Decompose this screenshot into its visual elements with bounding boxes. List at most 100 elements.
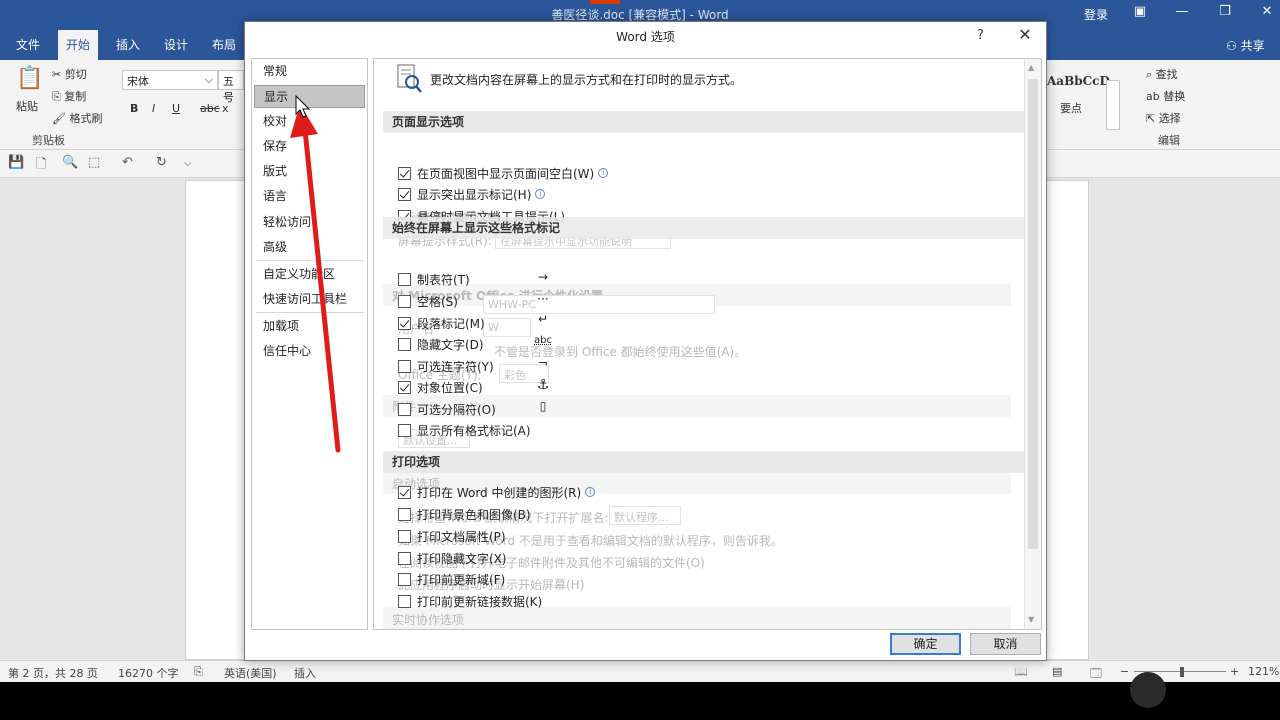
checkbox[interactable] <box>398 316 411 330</box>
close-dialog-button[interactable]: ✕ <box>1016 25 1034 44</box>
paste-icon[interactable]: 📋 <box>16 66 43 91</box>
option-update-links[interactable]: 打印前更新链接数据(K) <box>398 592 542 610</box>
nav-proofing[interactable]: 校对 <box>254 110 365 133</box>
checkbox[interactable] <box>398 485 411 499</box>
scroll-up-icon[interactable]: ▲ <box>1028 63 1034 72</box>
content-scrollbar[interactable]: ▲ ▼ <box>1024 59 1041 629</box>
option-show-highlight[interactable]: 显示突出显示标记(H) i <box>398 185 546 203</box>
restore-icon[interactable]: ❐ <box>1213 4 1237 24</box>
new-document-icon[interactable]: 🗋 <box>36 155 46 177</box>
undo-icon[interactable]: ↶ <box>122 155 133 170</box>
tab-file[interactable]: 文件 <box>8 30 48 60</box>
option-show-whitespace[interactable]: 在页面视图中显示页面间空白(W) i <box>398 164 609 182</box>
paste-button[interactable]: 粘贴 <box>16 98 38 114</box>
option-show-all-marks[interactable]: 显示所有格式标记(A) <box>398 421 531 439</box>
option-paragraph-marks[interactable]: 段落标记(M) <box>398 314 485 332</box>
nav-trust-center[interactable]: 信任中心 <box>254 340 365 363</box>
read-mode-icon[interactable]: 📖 <box>1014 665 1028 678</box>
scrollbar-thumb[interactable] <box>1028 79 1038 549</box>
checkbox[interactable] <box>398 529 411 543</box>
help-button[interactable]: ? <box>977 28 984 43</box>
checkbox[interactable] <box>398 272 411 286</box>
touch-mode-icon[interactable]: ⬚ <box>88 155 100 170</box>
language-indicator[interactable]: 英语(美国) <box>224 665 277 681</box>
ghost-always-use: 不管是否登录到 Office 都始终使用这些值(A)。 <box>494 345 747 359</box>
checkbox[interactable] <box>398 423 411 437</box>
option-optional-breaks[interactable]: 可选分隔符(O) <box>398 400 496 418</box>
nav-accessibility[interactable]: 轻松访问 <box>254 211 365 234</box>
nav-quick-access-toolbar[interactable]: 快速访问工具栏 <box>254 288 365 311</box>
format-painter-button[interactable]: 🖌 格式刷 <box>52 110 102 126</box>
tab-layout[interactable]: 布局 <box>204 30 244 60</box>
cut-button[interactable]: ✂ 剪切 <box>52 66 87 82</box>
nav-typography[interactable]: 版式 <box>254 160 365 183</box>
nav-addins[interactable]: 加载项 <box>254 315 365 338</box>
checkbox[interactable] <box>398 166 411 180</box>
save-icon[interactable]: 💾 <box>8 155 24 170</box>
zoom-level[interactable]: 121% <box>1248 665 1279 678</box>
ok-button[interactable]: 确定 <box>890 633 961 655</box>
bold-button[interactable]: B <box>130 102 138 115</box>
nav-customize-ribbon[interactable]: 自定义功能区 <box>254 263 365 286</box>
copy-button[interactable]: ⎘ 复制 <box>52 88 86 104</box>
proofing-icon[interactable]: ⎘ <box>194 665 203 679</box>
subscript-button[interactable]: x <box>222 102 229 115</box>
nav-general[interactable]: 常规 <box>254 60 365 83</box>
strikethrough-button[interactable]: abc <box>200 102 220 115</box>
italic-button[interactable]: I <box>152 102 155 115</box>
page-count[interactable]: 第 2 页，共 28 页 <box>8 665 98 681</box>
checkbox[interactable] <box>398 380 411 394</box>
zoom-out-button[interactable]: − <box>1120 665 1129 678</box>
ribbon-display-icon[interactable]: ▣ <box>1128 4 1152 24</box>
option-hidden-text[interactable]: 隐藏文字(D) <box>398 335 484 353</box>
scroll-down-icon[interactable]: ▼ <box>1028 615 1034 624</box>
checkbox[interactable] <box>398 294 411 308</box>
option-print-properties[interactable]: 打印文档属性(P) <box>398 527 506 545</box>
select-button[interactable]: ⇱ 选择 <box>1146 110 1181 126</box>
option-spaces[interactable]: 空格(S) <box>398 292 458 310</box>
customize-qat-icon[interactable]: ⌵ <box>184 158 192 169</box>
share-button[interactable]: ⚇ 共享 <box>1226 37 1265 54</box>
checkbox[interactable] <box>398 572 411 586</box>
find-button[interactable]: ⌕ 查找 <box>1146 66 1178 82</box>
underline-button[interactable]: U <box>172 102 180 115</box>
insert-mode[interactable]: 插入 <box>294 665 316 681</box>
checkbox[interactable] <box>398 337 411 351</box>
styles-scroll[interactable] <box>1106 80 1120 130</box>
word-count[interactable]: 16270 个字 <box>118 665 179 681</box>
font-size-select[interactable]: 五号 <box>218 70 244 104</box>
redo-icon[interactable]: ↻ <box>156 155 167 170</box>
close-window-icon[interactable]: ✕ <box>1255 4 1279 24</box>
ghost-username-field: WHW-PC <box>483 295 715 314</box>
print-preview-icon[interactable]: 🔍 <box>62 155 78 170</box>
zoom-slider-thumb[interactable] <box>1180 667 1184 677</box>
minimize-icon[interactable]: — <box>1170 4 1194 24</box>
font-name-select[interactable]: 宋体 ⌵ <box>122 70 218 90</box>
zoom-in-button[interactable]: + <box>1230 665 1239 678</box>
style-preview[interactable]: AaBbCcD <box>1047 74 1110 88</box>
option-print-hidden-text[interactable]: 打印隐藏文字(X) <box>398 549 507 567</box>
nav-display[interactable]: 显示 <box>254 85 365 108</box>
checkbox[interactable] <box>398 594 411 608</box>
tab-design[interactable]: 设计 <box>156 30 196 60</box>
login-link[interactable]: 登录 <box>1084 6 1108 23</box>
cancel-button[interactable]: 取消 <box>970 633 1041 655</box>
option-print-background[interactable]: 打印背景色和图像(B) <box>398 505 531 523</box>
tab-insert[interactable]: 插入 <box>108 30 148 60</box>
option-tab-characters[interactable]: 制表符(T) <box>398 270 470 288</box>
checkbox[interactable] <box>398 359 411 373</box>
option-optional-hyphens[interactable]: 可选连字符(Y) <box>398 357 494 375</box>
nav-language[interactable]: 语言 <box>254 185 365 208</box>
nav-advanced[interactable]: 高级 <box>254 236 365 259</box>
checkbox[interactable] <box>398 187 411 201</box>
nav-save[interactable]: 保存 <box>254 135 365 158</box>
replace-button[interactable]: ab 替换 <box>1146 88 1185 104</box>
checkbox[interactable] <box>398 402 411 416</box>
tab-home[interactable]: 开始 <box>58 30 99 60</box>
option-print-drawings[interactable]: 打印在 Word 中创建的图形(R) i <box>398 483 596 501</box>
option-object-anchors[interactable]: 对象位置(C) <box>398 378 483 396</box>
print-layout-icon[interactable]: ▤ <box>1052 665 1062 678</box>
option-update-fields[interactable]: 打印前更新域(F) <box>398 570 505 588</box>
checkbox[interactable] <box>398 507 411 521</box>
checkbox[interactable] <box>398 551 411 565</box>
